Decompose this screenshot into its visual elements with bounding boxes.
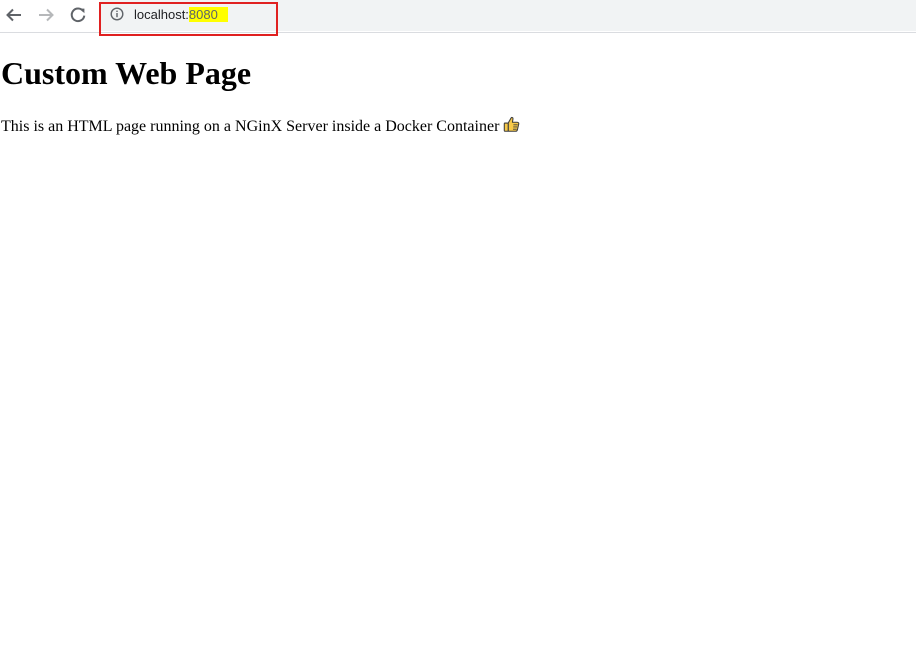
back-button[interactable] [3, 4, 25, 26]
page-title: Custom Web Page [1, 55, 252, 91]
url-port: 8080 [188, 7, 228, 22]
arrow-left-icon [6, 8, 21, 22]
page-content: Custom Web Page This is an HTML page run… [0, 34, 916, 645]
paragraph-text: This is an HTML page running on a NGinX … [1, 118, 500, 135]
url-text[interactable]: localhost:8080 [134, 6, 228, 24]
url-host: localhost: [134, 7, 189, 22]
forward-button[interactable] [35, 4, 57, 26]
info-icon[interactable] [110, 7, 124, 21]
arrow-right-icon [39, 8, 54, 22]
address-bar[interactable]: localhost:8080 [100, 0, 916, 31]
page-paragraph: This is an HTML page running on a NGinX … [1, 115, 521, 138]
reload-button[interactable] [67, 4, 89, 26]
thumbs-up-icon [504, 116, 520, 132]
browser-toolbar: localhost:8080 [0, 0, 916, 36]
reload-icon [70, 7, 86, 23]
